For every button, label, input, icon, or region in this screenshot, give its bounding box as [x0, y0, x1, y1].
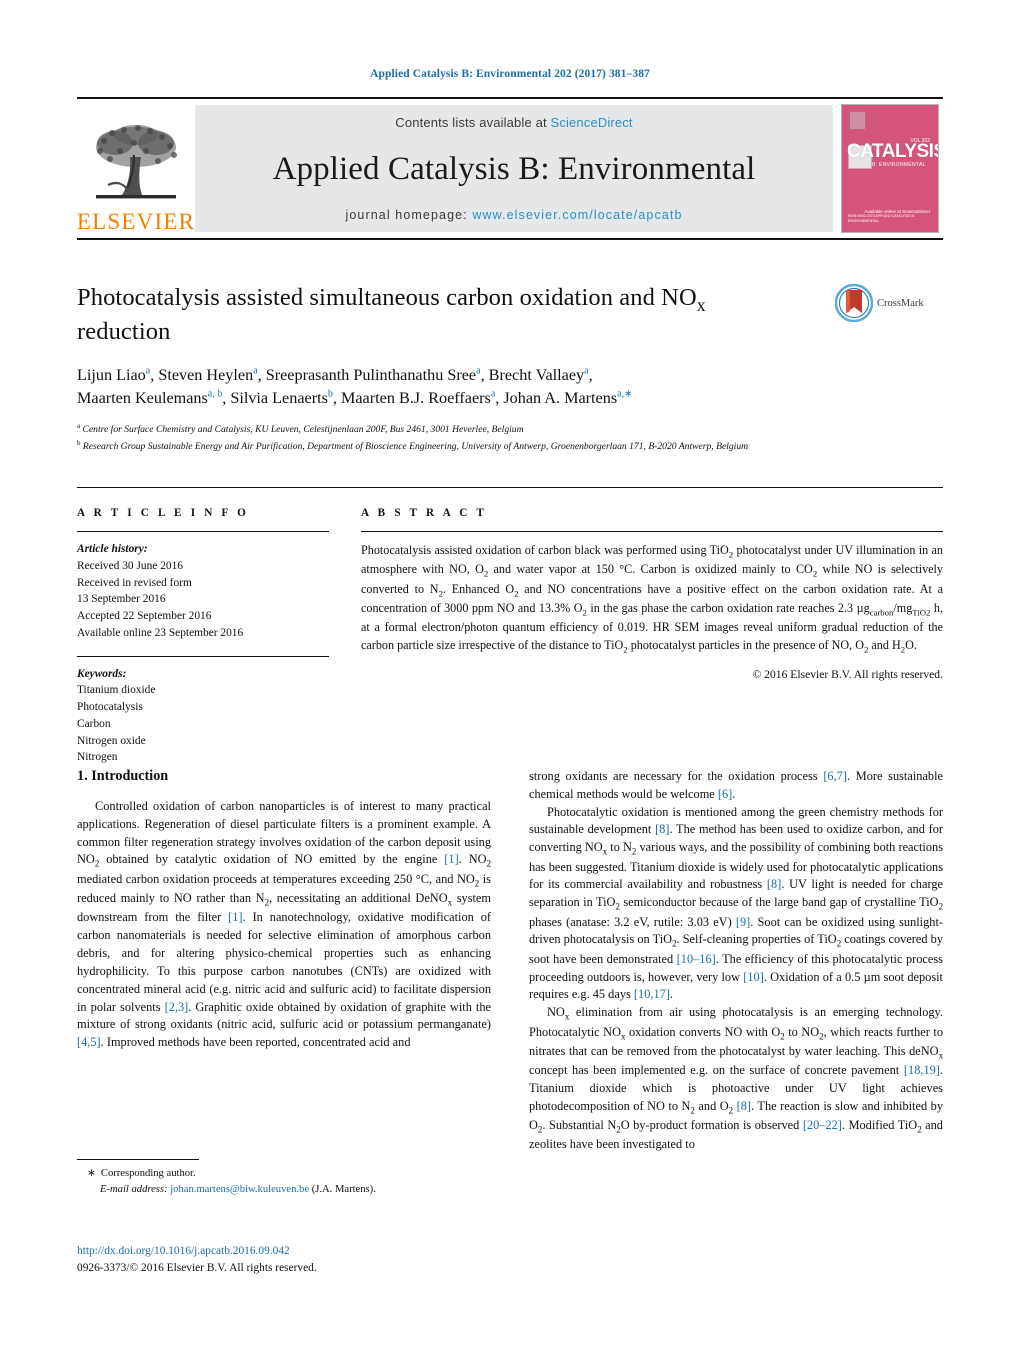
body-column-gap: [491, 768, 529, 1154]
paragraph: Controlled oxidation of carbon nanoparti…: [77, 799, 492, 1050]
info-abstract-block: A R T I C L E I N F O Article history: R…: [77, 487, 943, 766]
history-item: Received in revised form: [77, 576, 192, 589]
citation-link[interactable]: [10,17]: [634, 987, 670, 1001]
keyword-item: Titanium dioxide: [77, 684, 156, 697]
citation-link[interactable]: [10]: [743, 970, 764, 984]
citation-link[interactable]: [8]: [767, 877, 781, 891]
sciencedirect-link[interactable]: ScienceDirect: [551, 115, 633, 130]
abstract-copyright: © 2016 Elsevier B.V. All rights reserved…: [752, 667, 943, 681]
contents-prefix: Contents lists available at: [395, 115, 551, 130]
keywords-rule: [77, 655, 329, 657]
article-info-heading: A R T I C L E I N F O: [77, 507, 250, 519]
abstract-heading: A B S T R A C T: [361, 507, 488, 519]
affiliation-a-text: Centre for Surface Chemistry and Catalys…: [82, 424, 524, 436]
doi-link[interactable]: http://dx.doi.org/10.1016/j.apcatb.2016.…: [77, 1243, 577, 1260]
paragraph: strong oxidants are necessary for the ox…: [529, 769, 944, 801]
journal-band: Contents lists available at ScienceDirec…: [195, 105, 833, 232]
author-list: Lijun Liaoa, Steven Heylena, Sreeprasant…: [77, 364, 907, 410]
corresponding-author-label: Corresponding author.: [100, 1168, 196, 1179]
abstract-text: Photocatalysis assisted oxidation of car…: [361, 543, 944, 655]
author-line-2: Maarten Keulemansa, b, Silvia Lenaertsb,…: [77, 388, 633, 408]
email-line: E-mail address: johan.martens@biw.kuleuv…: [87, 1182, 491, 1198]
citation-link[interactable]: [2,3]: [165, 1000, 189, 1014]
citation-link[interactable]: [1]: [228, 910, 242, 924]
section-heading-introduction: 1. Introduction: [77, 768, 169, 784]
paragraph: NOx elimination from air using photocata…: [529, 1005, 944, 1152]
page-title: Photocatalysis assisted simultaneous car…: [77, 283, 817, 347]
contents-available-line: Contents lists available at ScienceDirec…: [395, 115, 632, 130]
keywords-block: Keywords: Titanium dioxide Photocatalysi…: [77, 666, 329, 767]
history-item: Available online 23 September 2016: [77, 626, 244, 639]
author-line-1: Lijun Liaoa, Steven Heylena, Sreeprasant…: [77, 365, 593, 385]
email-link[interactable]: johan.martens@biw.kuleuven.be: [170, 1184, 309, 1195]
citation-link[interactable]: [6]: [718, 787, 732, 801]
affiliation-b-text: Research Group Sustainable Energy and Ai…: [82, 441, 749, 453]
journal-homepage-line: journal homepage: www.elsevier.com/locat…: [346, 208, 683, 222]
article-info-column: A R T I C L E I N F O Article history: R…: [77, 488, 329, 766]
asterisk-icon: ∗: [87, 1168, 96, 1179]
affiliation-b: b Research Group Sustainable Energy and …: [77, 438, 749, 453]
elsevier-wordmark: ELSEVIER: [76, 209, 196, 234]
citation-link[interactable]: [18,19]: [904, 1063, 940, 1077]
title-second-line: reduction: [77, 317, 171, 345]
history-item: Received 30 June 2016: [77, 559, 183, 572]
citation-link[interactable]: [6,7]: [823, 769, 847, 783]
journal-article-page: Applied Catalysis B: Environmental 202 (…: [0, 0, 1020, 1351]
keyword-item: Photocatalysis: [77, 701, 143, 714]
issn-copyright: 0926-3373/© 2016 Elsevier B.V. All right…: [77, 1262, 317, 1275]
elsevier-logo: ELSEVIER: [77, 99, 195, 238]
journal-title: Applied Catalysis B: Environmental: [272, 150, 756, 187]
cover-elsevier-mark-icon: [849, 111, 866, 130]
body-left-column: 1. Introduction Controlled oxidation of …: [77, 768, 491, 1154]
citation-link[interactable]: [4,5]: [77, 1035, 101, 1049]
email-label: E-mail address:: [100, 1183, 168, 1195]
citation-link[interactable]: [8]: [737, 1099, 751, 1113]
affiliations: a Centre for Surface Chemistry and Catal…: [77, 421, 907, 454]
footnote-rule: [77, 1159, 199, 1160]
journal-homepage-link[interactable]: www.elsevier.com/locate/apcatb: [472, 208, 682, 222]
title-block: CrossMark Photocatalysis assisted simult…: [77, 283, 943, 455]
citation-link[interactable]: [10–16]: [677, 952, 716, 966]
citation-link[interactable]: [9]: [736, 915, 750, 929]
article-info-rule: [77, 531, 329, 532]
article-history-label: Article history:: [77, 543, 148, 555]
journal-cover-thumbnail: CATALYSIS B: ENVIRONMENTAL VOL 202 Avail…: [839, 99, 943, 238]
abstract-column: A B S T R A C T Photocatalysis assisted …: [361, 488, 943, 766]
corresponding-author-footnote: ∗ Corresponding author. E-mail address: j…: [77, 1159, 491, 1198]
corresponding-author-line: ∗ Corresponding author.: [87, 1166, 491, 1182]
history-item: 13 September 2016: [77, 593, 166, 606]
cover-issn-text: ISSN 0926-3373 APPLIED CATALYSIS B: ENVI…: [848, 213, 915, 223]
cover-title-text: CATALYSIS: [847, 141, 939, 162]
keyword-item: Carbon: [77, 717, 111, 730]
email-suffix: (J.A. Martens).: [311, 1183, 376, 1195]
keyword-item: Nitrogen oxide: [77, 734, 146, 747]
title-subscript: x: [696, 294, 706, 315]
crossmark-label: CrossMark: [877, 297, 924, 309]
cover-volume-text: VOL 202: [910, 138, 930, 144]
history-item: Accepted 22 September 2016: [77, 610, 212, 623]
abstract-rule: [361, 531, 943, 532]
keyword-item: Nitrogen: [77, 751, 118, 764]
body-columns: 1. Introduction Controlled oxidation of …: [77, 768, 943, 1154]
journal-masthead: ELSEVIER Contents lists available at Sci…: [77, 97, 943, 240]
crossmark-badge[interactable]: CrossMark: [835, 283, 943, 323]
keywords-label: Keywords:: [77, 667, 127, 680]
running-head: Applied Catalysis B: Environmental 202 (…: [370, 68, 650, 80]
affiliation-a: a Centre for Surface Chemistry and Catal…: [77, 422, 524, 436]
footnote-text: ∗ Corresponding author. E-mail address: j…: [77, 1166, 491, 1198]
paragraph: Photocatalytic oxidation is mentioned am…: [529, 804, 944, 1002]
elsevier-tree-icon: [96, 125, 177, 199]
crossmark-icon: [835, 284, 873, 322]
citation-link[interactable]: [1]: [444, 852, 458, 866]
column-gap: [329, 488, 361, 766]
article-history: Article history: Received 30 June 2016 R…: [77, 541, 329, 642]
citation-link[interactable]: [8]: [655, 822, 669, 836]
title-main: Photocatalysis assisted simultaneous car…: [77, 284, 697, 311]
body-right-column: strong oxidants are necessary for the ox…: [529, 768, 943, 1154]
footer-doi-block: http://dx.doi.org/10.1016/j.apcatb.2016.…: [77, 1243, 577, 1277]
cover-subtitle-text: B: ENVIRONMENTAL: [872, 162, 926, 168]
homepage-prefix: journal homepage:: [345, 207, 473, 222]
citation-link[interactable]: [20–22]: [803, 1118, 842, 1132]
